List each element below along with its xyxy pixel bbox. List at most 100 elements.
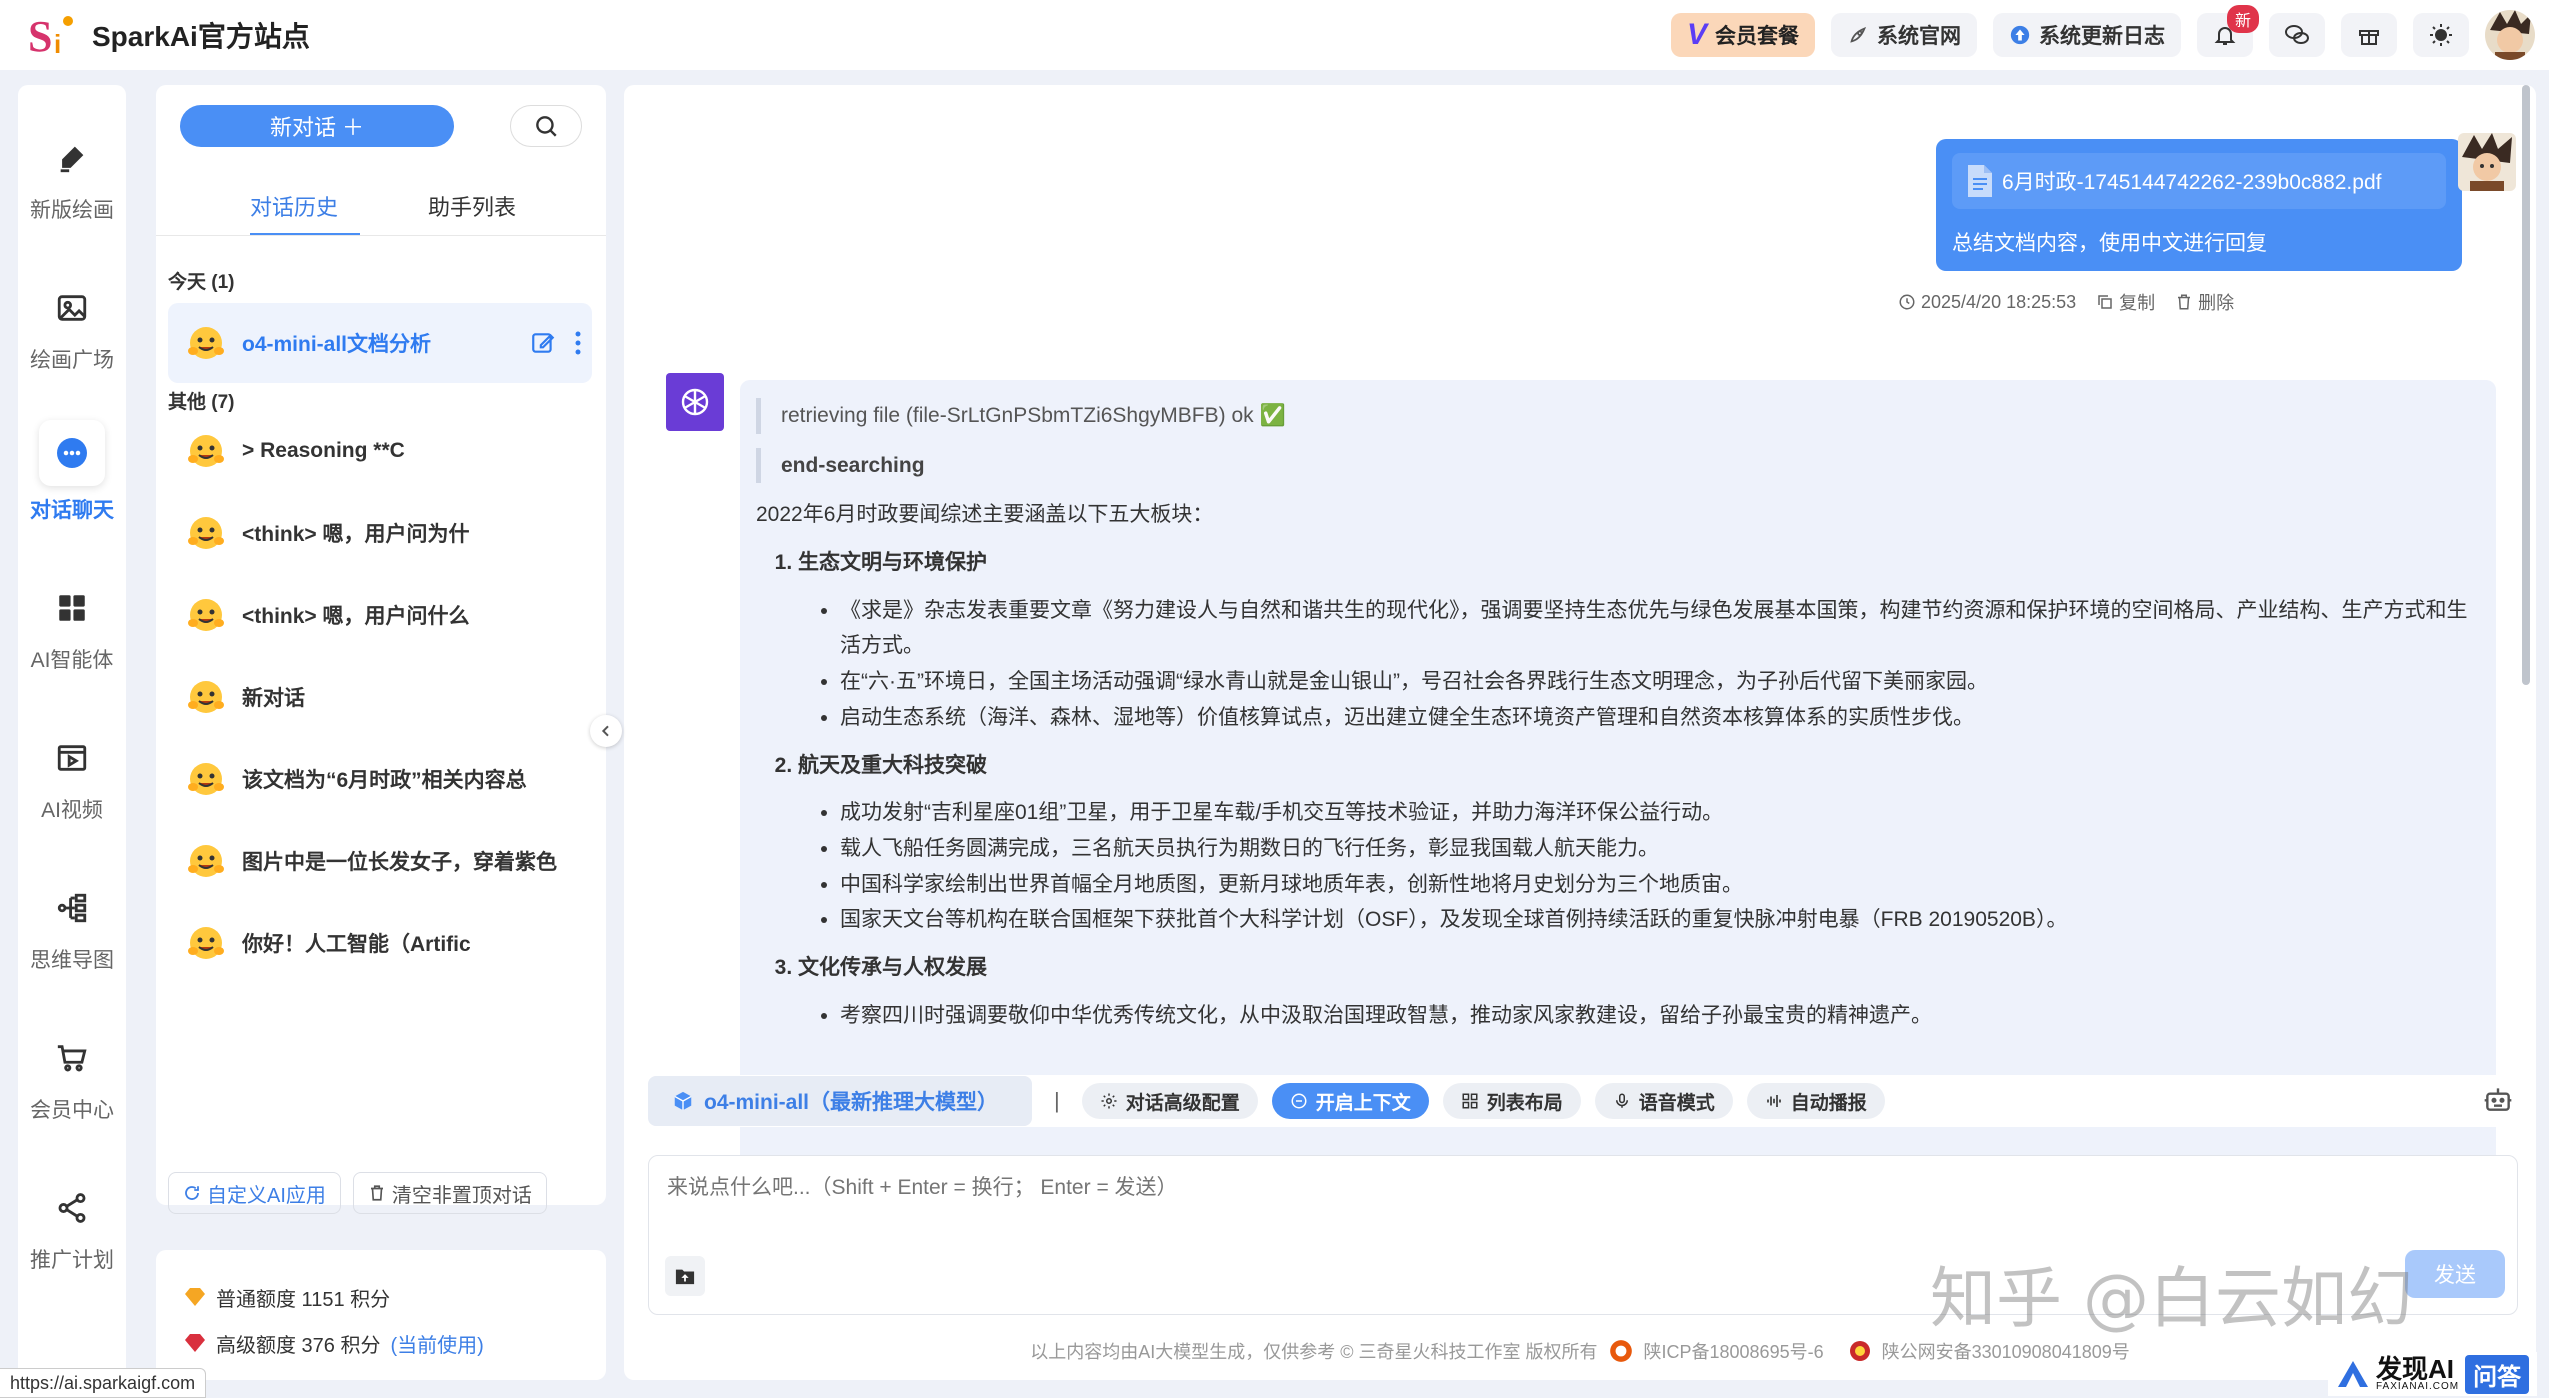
- openai-logo-icon: [675, 382, 715, 422]
- user-avatar: [2458, 133, 2516, 191]
- microphone-icon: [1613, 1092, 1631, 1110]
- tab-assistants[interactable]: 助手列表: [428, 190, 516, 222]
- advanced-config-button[interactable]: 对话高级配置: [1081, 1083, 1258, 1119]
- brush-icon: [44, 130, 100, 186]
- hugging-face-icon: [186, 513, 226, 553]
- attached-file-card[interactable]: 6月时政-1745144742262-239b0c882.pdf: [1952, 153, 2446, 209]
- collapse-sidebar-button[interactable]: [590, 715, 622, 747]
- search-status: end-searching: [756, 447, 2480, 484]
- user-message: 6月时政-1745144742262-239b0c882.pdf 总结文档内容，…: [1936, 139, 2462, 271]
- police-badge-icon: [1848, 1339, 1872, 1363]
- wechat-button[interactable]: [2269, 13, 2325, 57]
- official-site-button[interactable]: 系统官网: [1831, 13, 1977, 57]
- vip-plan-label: 会员套餐: [1715, 25, 1799, 48]
- refresh-icon: [183, 1184, 201, 1202]
- message-input[interactable]: [649, 1156, 2517, 1220]
- send-button[interactable]: 发送: [2405, 1250, 2505, 1298]
- delete-label: 删除: [2198, 293, 2235, 313]
- chat-scrollbar[interactable]: [2522, 85, 2530, 685]
- conversation-item[interactable]: > Reasoning **C: [168, 411, 592, 491]
- conversation-item[interactable]: 图片中是一位长发女子，穿着紫色: [168, 821, 592, 901]
- custom-ai-app-button[interactable]: 自定义AI应用: [168, 1172, 341, 1214]
- voice-mode-button[interactable]: 语音模式: [1594, 1083, 1733, 1119]
- conversation-item[interactable]: <think> 嗯，用户问为什: [168, 493, 592, 573]
- auto-play-label: 自动播报: [1790, 1092, 1867, 1114]
- section-item: 载人飞船任务圆满完成，三名航天员执行为期数日的飞行任务，彰显我国载人航天能力。: [840, 831, 2480, 867]
- changelog-button[interactable]: 系统更新日志: [1993, 13, 2181, 57]
- search-button[interactable]: [510, 105, 582, 147]
- upload-folder-icon: [674, 1266, 696, 1286]
- clear-conversations-button[interactable]: 清空非置顶对话: [352, 1172, 547, 1214]
- hugging-face-icon: [186, 595, 226, 635]
- grid-icon: [44, 580, 100, 636]
- wechat-icon: [2284, 23, 2310, 47]
- quota-panel: 普通额度 1151 积分 高级额度 376 积分 (当前使用): [156, 1250, 606, 1380]
- conversation-item[interactable]: <think> 嗯，用户问什么: [168, 575, 592, 655]
- nav-label: 会员中心: [30, 1099, 114, 1122]
- nav-label: 思维导图: [30, 949, 114, 972]
- footer: 以上内容均由AI大模型生成，仅供参考 © 三奇星火科技工作室 版权所有 陕ICP…: [624, 1338, 2536, 1364]
- cube-icon: [672, 1090, 694, 1112]
- footer-police[interactable]: 陕公网安备33010908041809号: [1882, 1338, 2130, 1364]
- clear-conversations-label: 清空非置顶对话: [391, 1184, 532, 1207]
- new-chat-button[interactable]: 新对话 ＋: [180, 105, 454, 147]
- more-vertical-icon[interactable]: [574, 330, 582, 356]
- list-layout-button[interactable]: 列表布局: [1442, 1083, 1581, 1119]
- hugging-face-icon: [186, 431, 226, 471]
- theme-toggle-button[interactable]: [2413, 13, 2469, 57]
- answer-intro: 2022年6月时政要闻综述主要涵盖以下五大板块：: [756, 503, 1214, 527]
- left-nav: 新版绘画 绘画广场 对话聊天 AI智能体 AI视频 思维导图 会员中心 推广计划: [18, 85, 126, 1380]
- svg-text:i: i: [54, 29, 61, 59]
- nav-label: AI视频: [41, 799, 103, 822]
- faxianai-tag: 问答: [2465, 1354, 2530, 1394]
- footer-icp[interactable]: 陕ICP备18008695号-6: [1644, 1338, 1824, 1364]
- mindmap-icon: [44, 880, 100, 936]
- section-title: 航天及重大科技突破: [798, 753, 987, 777]
- logo[interactable]: Si SparkAi官方站点: [28, 11, 310, 59]
- section-item: 成功发射“吉利星座01组”卫星，用于卫星车载/手机交互等技术验证，并助力海洋环保…: [840, 795, 2480, 831]
- edit-icon[interactable]: [530, 330, 556, 356]
- conversation-item[interactable]: 你好！人工智能（Artific: [168, 903, 592, 983]
- robot-button[interactable]: [2474, 1075, 2522, 1123]
- quota-normal: 普通额度 1151 积分: [216, 1288, 391, 1311]
- context-toggle-button[interactable]: 开启上下文: [1271, 1083, 1429, 1119]
- nav-ai-video[interactable]: AI视频: [18, 730, 126, 824]
- chat-icon: [39, 420, 105, 486]
- gift-icon: [2357, 23, 2381, 47]
- conversation-item[interactable]: o4-mini-all文档分析: [168, 303, 592, 383]
- upload-button[interactable]: [665, 1256, 705, 1296]
- gift-button[interactable]: [2341, 13, 2397, 57]
- notification-button[interactable]: 新: [2197, 5, 2259, 57]
- copy-button[interactable]: 复制: [2096, 289, 2155, 315]
- search-icon: [533, 113, 559, 139]
- nav-chat[interactable]: 对话聊天: [18, 420, 126, 524]
- nav-member-center[interactable]: 会员中心: [18, 1030, 126, 1124]
- answer-section: 航天及重大科技突破 成功发射“吉利星座01组”卫星，用于卫星车载/手机交互等技术…: [798, 748, 2480, 938]
- nav-new-drawing[interactable]: 新版绘画: [18, 130, 126, 224]
- faxianai-sub: FAXIANAI.COM: [2376, 1381, 2460, 1392]
- nav-drawing-square[interactable]: 绘画广场: [18, 280, 126, 374]
- user-message-text: 总结文档内容，使用中文进行回复: [1952, 232, 2267, 255]
- nav-ai-agents[interactable]: AI智能体: [18, 580, 126, 674]
- assistant-message: retrieving file (file-SrLtGnPSbmTZi6Shgy…: [740, 380, 2496, 1180]
- voice-mode-label: 语音模式: [1638, 1092, 1715, 1114]
- tab-history[interactable]: 对话历史: [250, 190, 338, 222]
- nav-label: 绘画广场: [30, 349, 114, 372]
- conversation-item[interactable]: 新对话: [168, 657, 592, 737]
- user-avatar-top[interactable]: [2485, 10, 2535, 60]
- model-selector[interactable]: o4-mini-all（最新推理大模型）: [648, 1076, 1032, 1126]
- auto-play-button[interactable]: 自动播报: [1746, 1083, 1885, 1119]
- quota-current-tag: (当前使用): [390, 1334, 484, 1357]
- nav-promotion[interactable]: 推广计划: [18, 1180, 126, 1274]
- notification-badge: 新: [2226, 5, 2259, 33]
- vip-plan-button[interactable]: V 会员套餐: [1670, 13, 1815, 57]
- nav-label: AI智能体: [30, 649, 114, 672]
- conversation-item[interactable]: 该文档为“6月时政”相关内容总: [168, 739, 592, 819]
- status-url-bar: https://ai.sparkaigf.com: [0, 1368, 207, 1398]
- delete-button[interactable]: 删除: [2175, 289, 2234, 315]
- nav-mindmap[interactable]: 思维导图: [18, 880, 126, 974]
- section-item: 国家天文台等机构在联合国框架下获批首个大科学计划（OSF），及发现全球首例持续活…: [840, 902, 2480, 938]
- section-title: 文化传承与人权发展: [798, 955, 987, 979]
- context-toggle-label: 开启上下文: [1315, 1092, 1411, 1114]
- assistant-avatar: [666, 373, 724, 431]
